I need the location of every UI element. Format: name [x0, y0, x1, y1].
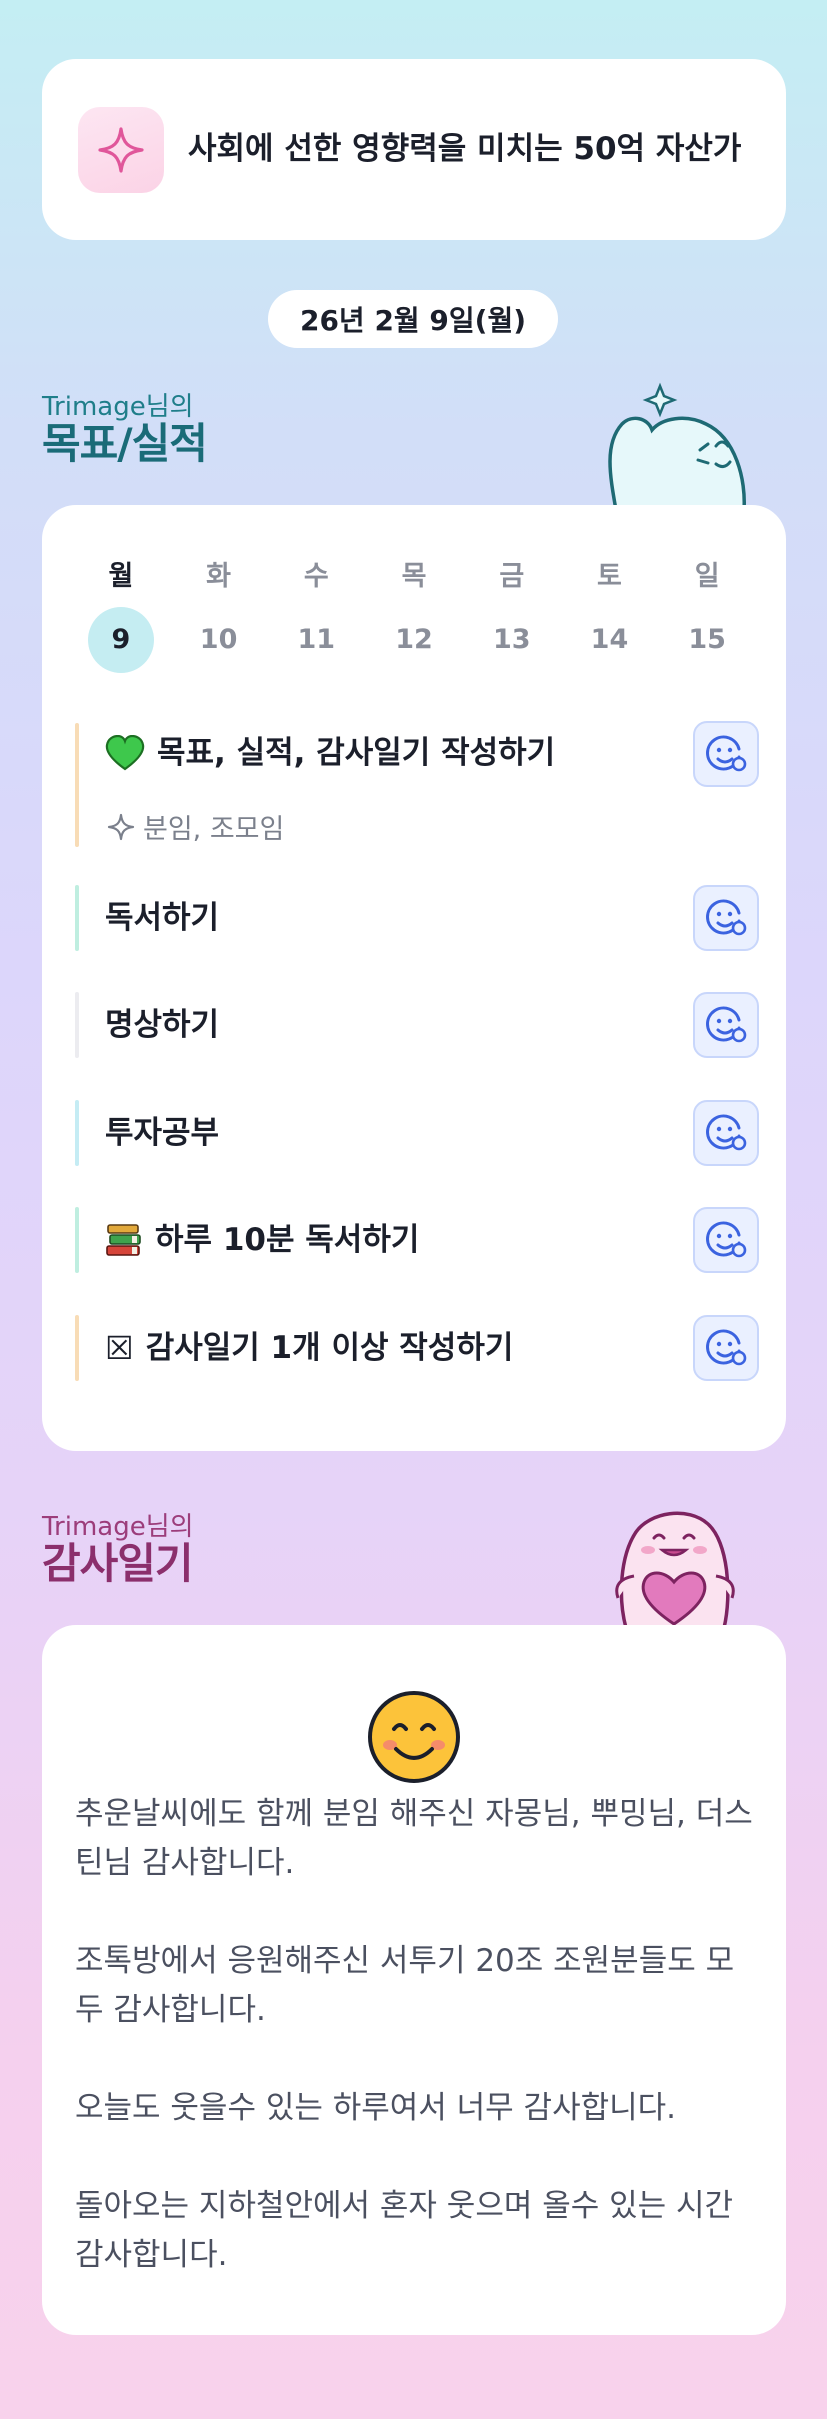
day-of-week: 금 — [499, 561, 525, 592]
emotion-feedback-button[interactable] — [693, 1100, 759, 1166]
task-color-bar — [75, 1207, 79, 1273]
task-subtitle: 분임, 조모임 — [107, 807, 284, 846]
smile-feedback-icon — [706, 1221, 747, 1258]
smile-feedback-icon — [706, 735, 747, 772]
task-item[interactable]: 하루 10분 독서하기 — [75, 1207, 759, 1273]
task-item[interactable]: ☒ 감사일기 1개 이상 작성하기 — [75, 1315, 759, 1381]
task-label: ☒ 감사일기 1개 이상 작성하기 — [105, 1328, 513, 1368]
task-label: 목표, 실적, 감사일기 작성하기 — [105, 733, 555, 773]
day-wed[interactable]: 수 11 — [267, 557, 365, 673]
books-icon — [105, 1223, 143, 1257]
smiling-face-icon — [368, 1691, 460, 1783]
day-sat[interactable]: 토 14 — [561, 557, 659, 673]
goals-card: 월 9 화 10 수 11 목 12 금 13 토 14 일 15 목표, 실적… — [42, 505, 786, 1451]
task-label: 하루 10분 독서하기 — [105, 1220, 419, 1260]
task-label: 투자공부 — [105, 1113, 219, 1153]
task-label-text: 독서하기 — [105, 900, 220, 936]
day-of-week: 목 — [401, 561, 427, 592]
goals-section-heading: Trimage님의 목표/실적 — [42, 392, 208, 468]
day-of-week: 토 — [597, 561, 622, 592]
day-number: 11 — [297, 624, 336, 655]
emotion-feedback-button[interactable] — [693, 885, 759, 951]
task-color-bar — [75, 992, 79, 1058]
task-label-text: 투자공부 — [105, 1115, 220, 1151]
task-color-bar — [75, 885, 79, 951]
gratitude-journal-card: 추운날씨에도 함께 분임 해주신 자몽님, 뿌밍님, 더스틴님 감사합니다. 조… — [42, 1625, 786, 2335]
day-number: 13 — [492, 624, 531, 655]
day-tue[interactable]: 화 10 — [170, 557, 268, 673]
task-item[interactable]: 투자공부 — [75, 1100, 759, 1166]
smile-feedback-icon — [706, 899, 747, 936]
task-label: 명상하기 — [105, 1005, 219, 1045]
day-number: 14 — [590, 624, 629, 655]
task-label-text: 하루 10분 독서하기 — [155, 1222, 420, 1258]
day-fri[interactable]: 금 13 — [463, 557, 561, 673]
task-subtitle-text: 분임, 조모임 — [143, 814, 285, 845]
task-label: 독서하기 — [105, 898, 219, 938]
day-number: 10 — [199, 624, 238, 655]
task-color-bar — [75, 723, 79, 847]
day-of-week: 화 — [206, 561, 231, 592]
goals-section-title: 목표/실적 — [42, 419, 208, 468]
day-thu[interactable]: 목 12 — [365, 557, 463, 673]
sparkle-icon — [78, 106, 164, 193]
green-heart-icon — [105, 735, 145, 771]
day-mon[interactable]: 월 9 — [72, 557, 170, 673]
waving-mascot-illustration — [608, 382, 746, 510]
date-label[interactable]: 26년 2월 9일(월) — [268, 290, 558, 348]
thanks-section-heading: Trimage님의 감사일기 — [42, 1513, 194, 1587]
task-item[interactable]: 목표, 실적, 감사일기 작성하기 분임, 조모임 — [75, 721, 759, 847]
week-strip: 월 9 화 10 수 11 목 12 금 13 토 14 일 15 — [72, 557, 756, 673]
task-label-text: 명상하기 — [105, 1007, 220, 1043]
emotion-feedback-button[interactable] — [693, 992, 759, 1058]
heart-mascot-illustration — [615, 1511, 735, 1628]
smile-feedback-icon — [706, 1006, 747, 1043]
task-label-text: 감사일기 1개 이상 작성하기 — [145, 1330, 514, 1366]
day-of-week: 월 — [108, 561, 134, 592]
goals-owner-label: Trimage님의 — [42, 392, 194, 422]
smile-feedback-icon — [706, 1329, 747, 1366]
day-number: 12 — [395, 624, 433, 655]
day-of-week: 일 — [694, 561, 720, 592]
thanks-section-title: 감사일기 — [42, 1539, 194, 1588]
ballot-box-x-icon: ☒ — [105, 1329, 134, 1367]
task-label-text: 목표, 실적, 감사일기 작성하기 — [157, 735, 556, 771]
task-color-bar — [75, 1100, 79, 1166]
day-number: 15 — [688, 624, 726, 655]
goal-text: 사회에 선한 영향력을 미치는 50억 자산가 — [188, 131, 742, 167]
goal-card[interactable]: 사회에 선한 영향력을 미치는 50억 자산가 — [42, 59, 786, 240]
sparkle-icon — [107, 813, 135, 841]
gratitude-text: 추운날씨에도 함께 분임 해주신 자몽님, 뿌밍님, 더스틴님 감사합니다. 조… — [75, 1796, 753, 2273]
thanks-owner-label: Trimage님의 — [42, 1512, 194, 1542]
task-color-bar — [75, 1315, 79, 1381]
emotion-feedback-button[interactable] — [693, 721, 759, 787]
smile-feedback-icon — [706, 1114, 747, 1151]
emotion-feedback-button[interactable] — [693, 1315, 759, 1381]
day-number: 9 — [87, 607, 154, 673]
day-sun[interactable]: 일 15 — [658, 557, 756, 673]
task-item[interactable]: 독서하기 — [75, 885, 759, 951]
day-of-week: 수 — [303, 561, 329, 592]
emotion-feedback-button[interactable] — [693, 1207, 759, 1273]
task-item[interactable]: 명상하기 — [75, 992, 759, 1058]
